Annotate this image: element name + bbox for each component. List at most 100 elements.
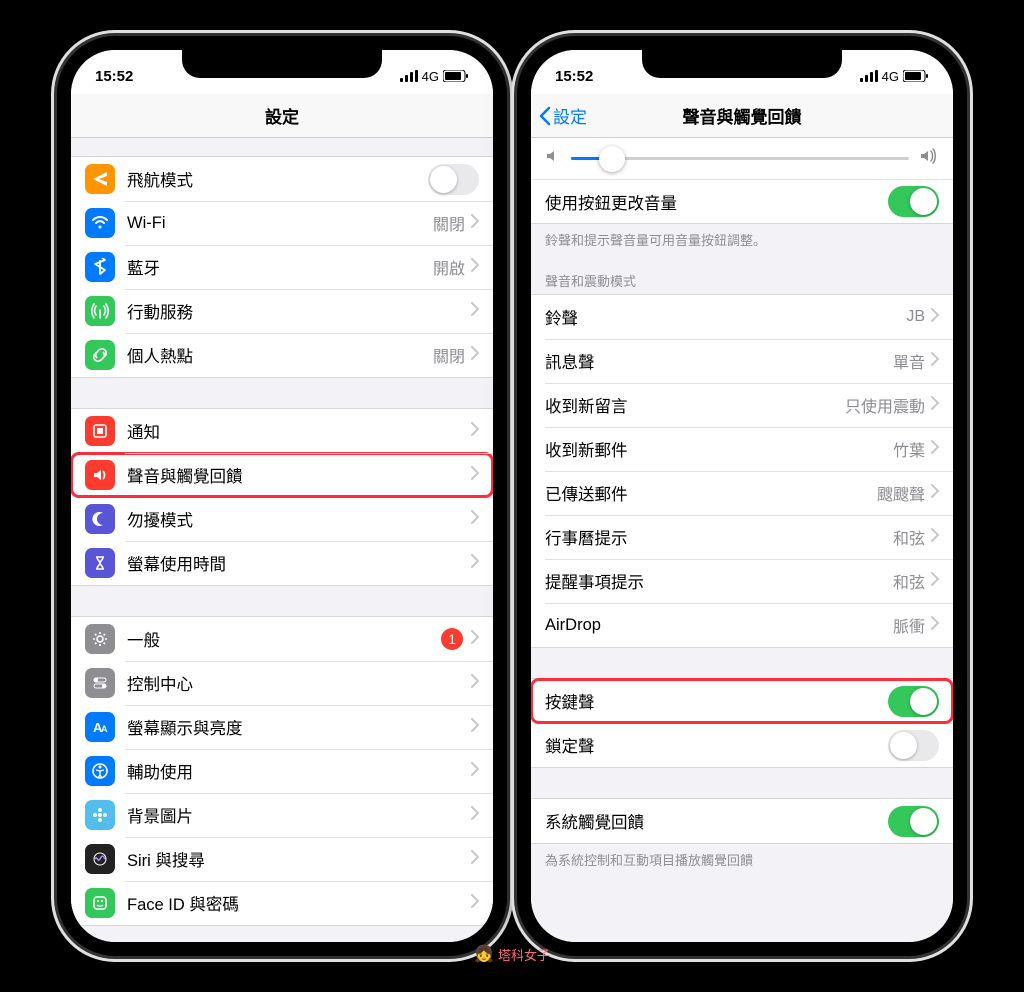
settings-row-moon[interactable]: 勿擾模式 (71, 497, 493, 541)
chevron-icon (471, 718, 479, 737)
speaker-icon (85, 460, 115, 490)
volume-buttons-cell[interactable]: 使用按鈕更改音量 (531, 179, 953, 223)
volume-buttons-toggle[interactable] (888, 186, 939, 217)
cell-label: 鈴聲 (545, 305, 906, 329)
haptics-footer: 為系統控制和互動項目播放觸覺回饋 (531, 844, 953, 873)
chevron-icon (471, 630, 479, 649)
chevron-icon (931, 528, 939, 547)
cell-label: 聲音與觸覺回饋 (127, 463, 471, 487)
sounds-content[interactable]: 使用按鈕更改音量 鈴聲和提示聲音量可用音量按鈕調整。 聲音和震動模式 鈴聲JB訊… (531, 138, 953, 942)
volume-slider[interactable] (571, 157, 909, 160)
chevron-icon (471, 510, 479, 529)
lock-sound-toggle[interactable] (888, 730, 939, 761)
settings-row-flower[interactable]: 背景圖片 (71, 793, 493, 837)
cell-label: 收到新郵件 (545, 437, 893, 461)
chevron-icon (471, 554, 479, 573)
cell-value: 和弦 (893, 569, 925, 593)
settings-row-hourglass[interactable]: 螢幕使用時間 (71, 541, 493, 585)
settings-content[interactable]: 飛航模式 Wi-Fi關閉藍牙開啟行動服務個人熱點關閉 通知聲音與觸覺回饋勿擾模式螢… (71, 138, 493, 942)
patterns-header: 聲音和震動模式 (531, 253, 953, 294)
keyboard-clicks-cell[interactable]: 按鍵聲 (531, 679, 953, 723)
signal-icon (860, 70, 878, 82)
settings-row-switches[interactable]: 控制中心 (71, 661, 493, 705)
settings-row-bell[interactable]: 通知 (71, 409, 493, 453)
chevron-icon (471, 762, 479, 781)
settings-row-faceid[interactable]: Face ID 與密碼 (71, 881, 493, 925)
sound-row[interactable]: 已傳送郵件颼颼聲 (531, 471, 953, 515)
cell-label: AirDrop (545, 616, 893, 635)
network-label: 4G (422, 69, 439, 84)
cell-label: 螢幕使用時間 (127, 551, 471, 575)
accessibility-icon (85, 756, 115, 786)
cell-label: 收到新留言 (545, 393, 845, 417)
settings-group-network: 飛航模式 Wi-Fi關閉藍牙開啟行動服務個人熱點關閉 (71, 156, 493, 378)
cell-label: 訊息聲 (545, 349, 893, 373)
cell-label: 系統觸覺回饋 (545, 809, 888, 833)
cell-label: 個人熱點 (127, 343, 433, 367)
sound-row[interactable]: 提醒事項提示和弦 (531, 559, 953, 603)
cell-label: 使用按鈕更改音量 (545, 190, 888, 214)
switches-icon (85, 668, 115, 698)
cell-label: 勿擾模式 (127, 507, 471, 531)
cell-label: Face ID 與密碼 (127, 891, 471, 915)
siri-icon (85, 844, 115, 874)
settings-row-link[interactable]: 個人熱點關閉 (71, 333, 493, 377)
link-icon (85, 340, 115, 370)
notch (182, 50, 382, 78)
cell-value: 單音 (893, 349, 925, 373)
chevron-icon (471, 302, 479, 321)
nav-bar: 設定 聲音與觸覺回饋 (531, 94, 953, 138)
bluetooth-icon (85, 252, 115, 282)
hourglass-icon (85, 548, 115, 578)
settings-row-wifi[interactable]: Wi-Fi關閉 (71, 201, 493, 245)
volume-slider-row (531, 138, 953, 179)
settings-row-siri[interactable]: Siri 與搜尋 (71, 837, 493, 881)
badge: 1 (441, 628, 463, 650)
signal-icon (400, 70, 418, 82)
keyboard-clicks-toggle[interactable] (888, 686, 939, 717)
cell-label: 飛航模式 (127, 167, 428, 191)
settings-row-bluetooth[interactable]: 藍牙開啟 (71, 245, 493, 289)
chevron-icon (471, 850, 479, 869)
chevron-icon (931, 308, 939, 327)
settings-row-antenna[interactable]: 行動服務 (71, 289, 493, 333)
moon-icon (85, 504, 115, 534)
status-right: 4G (860, 69, 929, 84)
settings-row-airplane[interactable]: 飛航模式 (71, 157, 493, 201)
chevron-icon (931, 572, 939, 591)
system-haptics-cell[interactable]: 系統觸覺回饋 (531, 799, 953, 843)
chevron-icon (931, 616, 939, 635)
nav-bar: 設定 (71, 94, 493, 138)
chevron-icon (931, 396, 939, 415)
chevron-icon (471, 466, 479, 485)
sound-row[interactable]: 收到新留言只使用震動 (531, 383, 953, 427)
back-button[interactable]: 設定 (539, 94, 587, 137)
nav-title: 設定 (265, 103, 299, 128)
status-right: 4G (400, 69, 469, 84)
volume-footer: 鈴聲和提示聲音量可用音量按鈕調整。 (531, 224, 953, 253)
text-size-icon: AA (85, 712, 115, 742)
cell-label: 輔助使用 (127, 759, 471, 783)
sound-row[interactable]: 鈴聲JB (531, 295, 953, 339)
airplane-toggle[interactable] (428, 164, 479, 195)
flower-icon (85, 800, 115, 830)
settings-row-text-size[interactable]: AA螢幕顯示與亮度 (71, 705, 493, 749)
lock-sound-cell[interactable]: 鎖定聲 (531, 723, 953, 767)
cell-label: 一般 (127, 627, 441, 651)
sound-row[interactable]: 行事曆提示和弦 (531, 515, 953, 559)
patterns-group: 鈴聲JB訊息聲單音收到新留言只使用震動收到新郵件竹葉已傳送郵件颼颼聲行事曆提示和… (531, 294, 953, 648)
sound-row[interactable]: 收到新郵件竹葉 (531, 427, 953, 471)
watermark-text: 塔科女子 (498, 945, 550, 964)
cell-label: 行事曆提示 (545, 525, 893, 549)
airplane-icon (85, 164, 115, 194)
settings-row-speaker[interactable]: 聲音與觸覺回饋 (71, 453, 493, 497)
cell-value: 開啟 (433, 255, 465, 279)
system-haptics-toggle[interactable] (888, 806, 939, 837)
sound-row[interactable]: 訊息聲單音 (531, 339, 953, 383)
chevron-icon (471, 806, 479, 825)
settings-row-accessibility[interactable]: 輔助使用 (71, 749, 493, 793)
haptics-group: 系統觸覺回饋 (531, 798, 953, 844)
cell-value: JB (906, 308, 925, 326)
settings-row-gear[interactable]: 一般1 (71, 617, 493, 661)
sound-row[interactable]: AirDrop脈衝 (531, 603, 953, 647)
